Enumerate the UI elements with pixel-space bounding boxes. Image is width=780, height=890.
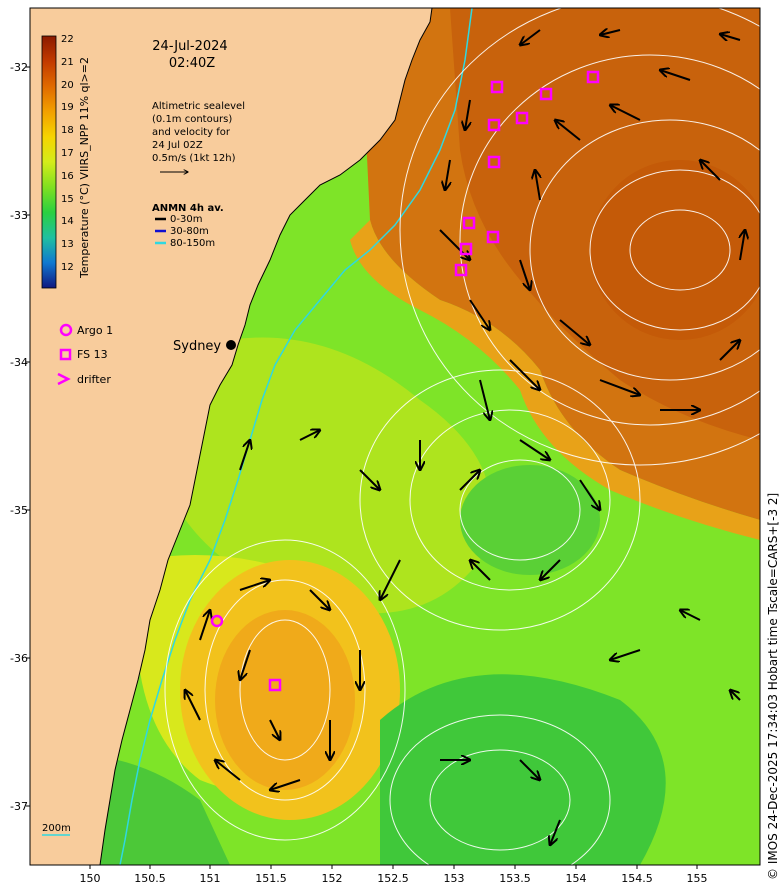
- isobath-label: 200m: [42, 823, 71, 834]
- city-label: Sydney: [173, 339, 221, 354]
- colorbar: [41, 35, 57, 289]
- info-line: (0.1m contours): [152, 114, 232, 125]
- info-line: 24 Jul 02Z: [152, 140, 203, 151]
- colorbar-tick: 12: [61, 262, 74, 273]
- x-tick-label: 153: [444, 872, 465, 885]
- anmn-label: 80-150m: [170, 238, 215, 249]
- colorbar-tick: 15: [61, 194, 74, 205]
- anmn-title: ANMN 4h av.: [152, 203, 224, 214]
- credit-text: © IMOS 24-Dec-2025 17:34:03 Hobart time …: [766, 493, 780, 880]
- x-tick-label: 154: [566, 872, 587, 885]
- anmn-label: 30-80m: [170, 226, 209, 237]
- anmn-label: 0-30m: [170, 214, 202, 225]
- x-axis: 150 150.5 151 151.5 152 152.5 153 153.5 …: [80, 872, 708, 885]
- colorbar-tick: 18: [61, 125, 74, 136]
- y-tick-label: -32: [10, 61, 28, 74]
- colorbar-tick: 13: [61, 239, 74, 250]
- x-tick-label: 152.5: [377, 872, 409, 885]
- sydney-dot: [226, 340, 236, 350]
- colorbar-tick: 16: [61, 171, 74, 182]
- x-tick-label: 150: [80, 872, 101, 885]
- x-tick-label: 151: [200, 872, 221, 885]
- x-tick-label: 150.5: [134, 872, 166, 885]
- colorbar-title: Temperature (°C) VIIRS_NPP 11% ql>=2: [78, 57, 91, 279]
- y-tick-label: -34: [10, 356, 28, 369]
- y-tick-label: -37: [10, 800, 28, 813]
- info-line: Altimetric sealevel: [152, 101, 245, 112]
- colorbar-tick: 22: [61, 34, 74, 45]
- y-tick-label: -33: [10, 209, 28, 222]
- sst-map: Sydney 150 150.5 151 151.5 152 152.5 153…: [10, 7, 780, 885]
- y-tick-label: -35: [10, 504, 28, 517]
- legend-label: FS 13: [77, 348, 108, 361]
- colorbar-tick: 19: [61, 102, 74, 113]
- legend-label: drifter: [77, 373, 111, 386]
- legend-label: Argo 1: [77, 324, 113, 337]
- y-axis: -32 -33 -34 -35 -36 -37: [10, 61, 28, 813]
- x-tick-label: 153.5: [499, 872, 531, 885]
- x-tick-label: 155: [687, 872, 708, 885]
- colorbar-tick: 17: [61, 148, 74, 159]
- time-label: 02:40Z: [169, 56, 215, 71]
- colorbar-tick: 20: [61, 80, 74, 91]
- y-tick-label: -36: [10, 652, 28, 665]
- x-tick-label: 154.5: [621, 872, 653, 885]
- x-tick-label: 151.5: [255, 872, 287, 885]
- colorbar-tick: 14: [61, 216, 74, 227]
- info-line: and velocity for: [152, 127, 231, 138]
- info-line: 0.5m/s (1kt 12h): [152, 153, 236, 164]
- x-tick-label: 152: [322, 872, 343, 885]
- colorbar-tick: 21: [61, 57, 74, 68]
- date-label: 24-Jul-2024: [152, 39, 227, 54]
